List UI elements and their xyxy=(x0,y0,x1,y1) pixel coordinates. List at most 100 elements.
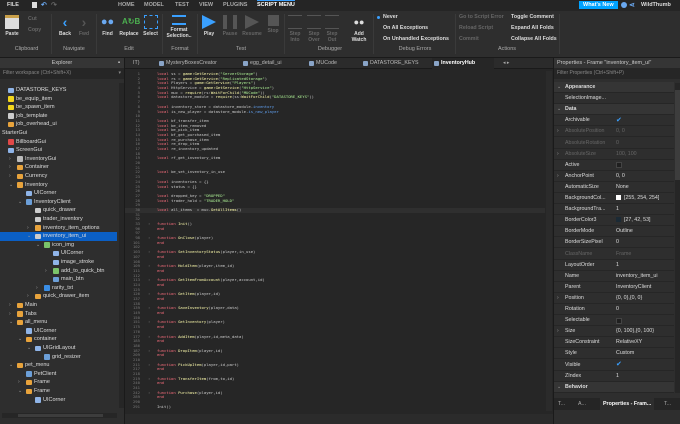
property-row[interactable]: Name inventory_item_ui xyxy=(554,271,674,282)
chevron-right-icon[interactable]: › xyxy=(9,163,11,172)
tree-item[interactable]: UICorner xyxy=(0,327,117,336)
property-row[interactable]: Active xyxy=(554,160,674,171)
chevron-down-icon[interactable]: ⌄ xyxy=(9,361,13,370)
tree-item[interactable]: ⌄ icon_img xyxy=(0,241,117,250)
tab-mucode[interactable]: MUCode xyxy=(307,58,352,69)
close-icon[interactable]: ▪ xyxy=(118,58,120,68)
property-section[interactable]: ⌄ Data xyxy=(554,104,674,116)
tree-item[interactable]: › InventoryGui xyxy=(0,155,117,164)
paste-button[interactable]: Paste xyxy=(4,15,20,37)
property-value[interactable]: Custom xyxy=(616,348,634,359)
format-selection-button[interactable]: Format Selection.. xyxy=(165,15,193,39)
property-row[interactable]: › Size {0, 100},{0, 100} xyxy=(554,326,674,338)
tree-item[interactable]: › Container xyxy=(0,163,117,172)
scroll-thumb[interactable] xyxy=(18,414,103,417)
redo-icon[interactable]: ↷ xyxy=(51,1,57,9)
step-over-button[interactable]: Step Over xyxy=(307,15,321,43)
property-row[interactable]: SelectionImage... xyxy=(554,93,674,105)
tree-item[interactable]: ⌄ pet_menu xyxy=(0,361,117,370)
property-row[interactable]: Parent InventoryClient xyxy=(554,282,674,293)
property-row[interactable]: Selectable xyxy=(554,315,674,327)
replace-button[interactable]: A↻B Replace xyxy=(118,15,140,37)
step-into-button[interactable]: Step Into xyxy=(288,15,302,43)
property-row[interactable]: BackgroundTra... 1 xyxy=(554,204,674,216)
whats-new-button[interactable]: What's New xyxy=(579,1,618,9)
chevron-down-icon[interactable]: ⌄ xyxy=(9,181,13,190)
tab-test[interactable]: TEST xyxy=(175,2,189,8)
tree-item[interactable]: UICorner xyxy=(0,189,117,198)
property-row[interactable]: AutomaticSize None xyxy=(554,182,674,193)
tree-item[interactable]: trader_inventory xyxy=(0,215,117,224)
file-menu[interactable]: FILE xyxy=(7,2,19,8)
tab-datastore-keys[interactable]: DATASTORE_KEYS xyxy=(361,58,423,69)
property-value[interactable]: 0 xyxy=(616,304,619,315)
chevron-right-icon[interactable]: › xyxy=(27,224,29,233)
property-row[interactable]: › AbsolutePosition 0, 0 xyxy=(554,126,674,138)
tree-item[interactable]: UICorner xyxy=(0,396,117,405)
copy-button[interactable]: Copy xyxy=(28,27,41,33)
tree-item[interactable]: job_overhead_ui xyxy=(0,120,117,129)
back-button[interactable]: ‹ Back xyxy=(57,15,73,37)
property-row[interactable]: BackgroundCol... [255, 254, 254] xyxy=(554,193,674,204)
debug-never-option[interactable]: Never xyxy=(383,14,398,20)
tree-item[interactable]: › Frame xyxy=(0,378,117,387)
chevron-right-icon[interactable]: › xyxy=(9,301,11,310)
property-value[interactable]: 1 xyxy=(616,204,619,215)
tree-item[interactable]: ⌄ UIGridLayout xyxy=(0,344,117,353)
property-value[interactable]: 1 xyxy=(616,371,619,382)
find-button[interactable]: ●● Find xyxy=(99,15,116,37)
debug-all-exceptions-option[interactable]: On All Exceptions xyxy=(383,25,428,31)
tree-item[interactable]: grid_resizer xyxy=(0,353,117,362)
tree-item[interactable]: › rarity_txt xyxy=(0,284,117,293)
property-value[interactable]: RelativeXY xyxy=(616,337,642,348)
chevron-down-icon[interactable]: ⌄ xyxy=(557,82,561,93)
tree-item[interactable]: ⌄ InventoryClient xyxy=(0,198,117,207)
scroll-thumb[interactable] xyxy=(675,90,680,180)
tree-item[interactable]: ScreenGui xyxy=(0,146,117,155)
chevron-down-icon[interactable]: ⌄ xyxy=(36,241,40,250)
tree-item[interactable]: › add_to_quick_btn xyxy=(0,267,117,276)
tree-item[interactable]: StarterGui xyxy=(0,129,117,138)
add-watch-button[interactable]: ●● Add Watch xyxy=(349,15,369,43)
chevron-right-icon[interactable]: › xyxy=(9,155,11,164)
property-value[interactable]: [255, 254, 254] xyxy=(616,193,659,204)
color-swatch[interactable] xyxy=(616,217,621,223)
property-row[interactable]: Style Custom xyxy=(554,348,674,360)
chevron-down-icon[interactable]: ⌄ xyxy=(9,318,13,327)
tree-item[interactable]: UICorner xyxy=(0,249,117,258)
property-row[interactable]: › Position {0, 0},{0, 0} xyxy=(554,293,674,304)
tree-item[interactable]: › Currency xyxy=(0,172,117,181)
tree-item[interactable]: › Tabs xyxy=(0,310,117,319)
chevron-right-icon[interactable]: › xyxy=(557,149,559,160)
reload-script-button[interactable]: Reload Script xyxy=(459,25,493,31)
property-value[interactable]: InventoryClient xyxy=(616,282,651,293)
tree-item[interactable]: main_btn xyxy=(0,275,117,284)
property-value[interactable]: {0, 100},{0, 100} xyxy=(616,326,654,337)
property-row[interactable]: ClassName Frame xyxy=(554,249,674,260)
property-value[interactable]: 0 xyxy=(616,237,619,248)
tab-scroll-arrows[interactable]: ◂ ▸ xyxy=(503,60,509,66)
resume-button[interactable]: Resume xyxy=(242,15,262,37)
tree-item[interactable]: PetClient xyxy=(0,370,117,379)
property-row[interactable]: ZIndex 1 xyxy=(554,371,674,382)
chevron-right-icon[interactable]: › xyxy=(45,267,47,276)
chevron-down-icon[interactable]: ⌄ xyxy=(27,344,31,353)
chevron-right-icon[interactable]: › xyxy=(27,292,29,301)
tab-mystery-boxes-creator[interactable]: MysteryBoxesCreator xyxy=(157,58,222,69)
property-row[interactable]: › AbsoluteSize 100, 100 xyxy=(554,149,674,160)
tree-item[interactable]: › Main xyxy=(0,301,117,310)
tree-item[interactable]: quick_drawer xyxy=(0,206,117,215)
tab-view[interactable]: VIEW xyxy=(199,2,213,8)
tree-item[interactable]: ⌄ container xyxy=(0,335,117,344)
help-icon[interactable] xyxy=(621,2,627,8)
chevron-down-icon[interactable]: ▾ xyxy=(118,68,121,79)
property-row[interactable]: LayoutOrder 1 xyxy=(554,260,674,271)
tab-script[interactable]: IT) xyxy=(125,58,139,69)
cut-button[interactable]: Cut xyxy=(28,16,37,22)
tab-plugins[interactable]: PLUGINS xyxy=(223,2,247,8)
checkbox-checked[interactable]: ✔ xyxy=(616,117,622,124)
stop-button[interactable]: Stop xyxy=(266,15,280,34)
property-value[interactable]: None xyxy=(616,182,629,193)
user-menu[interactable]: WildThumb xyxy=(641,2,671,8)
property-value[interactable]: 0 xyxy=(616,138,619,149)
